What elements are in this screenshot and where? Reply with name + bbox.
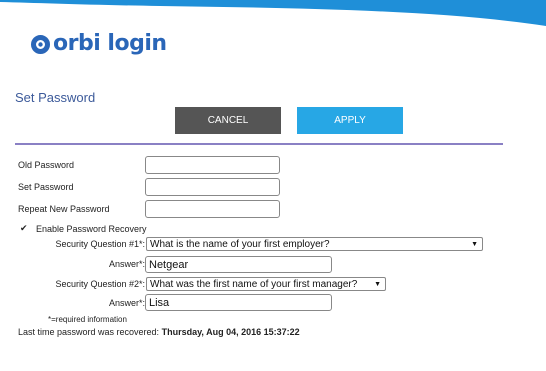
answer-2-input[interactable] — [145, 294, 332, 311]
header-wave — [0, 0, 546, 26]
set-password-label: Set Password — [18, 182, 74, 192]
security-question-2-select[interactable]: What was the first name of your first ma… — [146, 277, 386, 291]
set-password-input[interactable] — [145, 178, 280, 196]
last-recovered-value: Thursday, Aug 04, 2016 15:37:22 — [161, 327, 300, 337]
answer-1-label: Answer*: — [108, 259, 145, 269]
security-question-2-label: Security Question #2*: — [55, 279, 145, 289]
last-recovered-label: Last time password was recovered: — [18, 327, 160, 337]
brand: orbi login — [30, 30, 167, 56]
page-title: Set Password — [15, 90, 96, 105]
orbi-logo-icon — [31, 34, 50, 54]
chevron-down-icon: ▼ — [374, 281, 381, 288]
apply-button[interactable]: APPLY — [297, 107, 403, 134]
old-password-input[interactable] — [145, 156, 280, 174]
repeat-password-input[interactable] — [145, 200, 280, 218]
cancel-button[interactable]: CANCEL — [175, 107, 281, 134]
answer-2-label: Answer*: — [108, 298, 145, 308]
brand-name: orbi login — [53, 30, 167, 56]
chevron-down-icon: ▼ — [471, 241, 478, 248]
security-question-1-select[interactable]: What is the name of your first employer?… — [146, 237, 483, 251]
section-divider — [15, 143, 503, 145]
answer-1-input[interactable] — [145, 256, 332, 273]
required-note: *=required information — [48, 315, 127, 324]
security-question-1-label: Security Question #1*: — [55, 239, 145, 249]
old-password-label: Old Password — [18, 160, 75, 170]
last-recovered-info: Last time password was recovered: Thursd… — [18, 327, 300, 337]
security-question-1-value: What is the name of your first employer? — [150, 238, 330, 250]
enable-recovery-label: Enable Password Recovery — [36, 224, 147, 234]
enable-recovery-checkbox[interactable]: ✔ — [20, 224, 29, 233]
security-question-2-value: What was the first name of your first ma… — [150, 278, 358, 290]
repeat-password-label: Repeat New Password — [18, 204, 110, 214]
